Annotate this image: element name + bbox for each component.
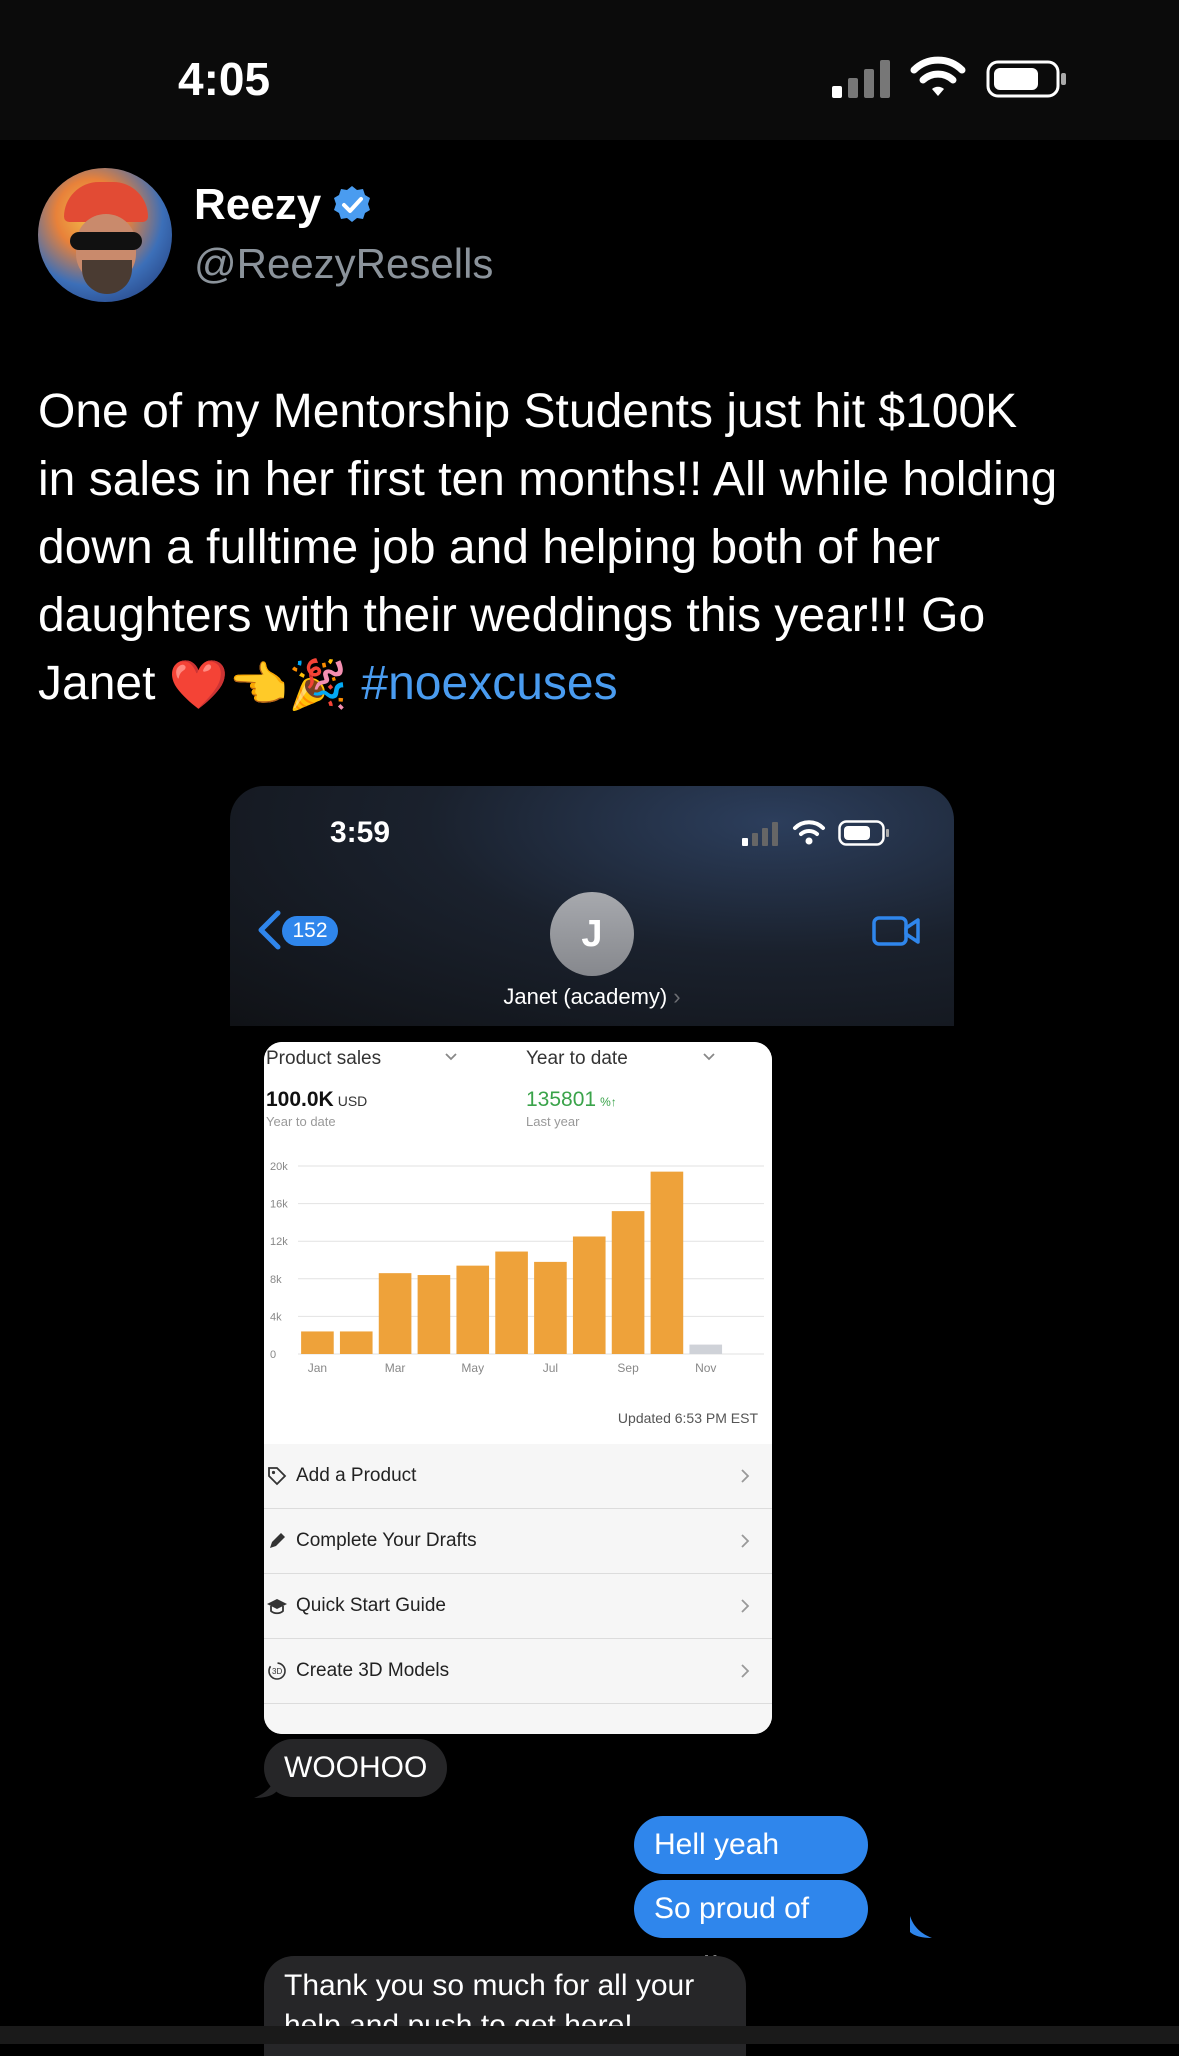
sales-total-caption: Year to date (266, 1114, 336, 1129)
verified-badge-icon (334, 186, 371, 222)
list-item-3d-models[interactable]: 3D Create 3D Models (264, 1639, 772, 1704)
list-item-quick-start[interactable]: Quick Start Guide (264, 1574, 772, 1639)
comparison-suffix: %↑ (600, 1095, 617, 1109)
bubble-tail (254, 1776, 276, 1798)
battery-icon (986, 60, 1066, 98)
tweet-text: One of my Mentorship Students just hit $… (38, 378, 1158, 720)
x-tick-label: Nov (695, 1361, 716, 1375)
pointing-left-emoji: 👈 (228, 659, 289, 713)
updated-timestamp: Updated 6:53 PM EST (617, 1410, 758, 1426)
embedded-status-time: 3:59 (330, 816, 391, 849)
chevron-right-icon (741, 1534, 750, 1548)
sales-total: 100.0K USD (266, 1088, 367, 1112)
chart-bar-jun[interactable] (495, 1251, 528, 1354)
wifi-icon (910, 56, 966, 96)
chart-bar-jan[interactable] (301, 1331, 334, 1354)
sales-total-value: 100.0K (266, 1088, 334, 1111)
x-tick-label: Jul (543, 1361, 558, 1375)
period-dropdown[interactable]: Year to date (526, 1048, 628, 1070)
embedded-messages-header[interactable]: 3:59 152 J Janet (academy) › (230, 786, 954, 1026)
message-line: Thank you so much for all your (284, 1969, 695, 2002)
display-name-row[interactable]: Reezy (194, 180, 373, 230)
x-tick-label: Jan (308, 1361, 327, 1375)
tweet-line: daughters with their weddings this year!… (38, 589, 986, 642)
tweet-line: One of my Mentorship Students just hit $… (38, 385, 1018, 438)
chart-bar-jul[interactable] (534, 1261, 567, 1354)
chart-bar-apr[interactable] (417, 1275, 451, 1354)
chevron-right-icon (741, 1599, 750, 1613)
list-item-add-product[interactable]: Add a Product (264, 1444, 772, 1509)
svg-text:3D: 3D (272, 1667, 282, 1676)
tweet-line: down a fulltime job and helping both of … (38, 521, 940, 574)
pencil-icon (270, 1533, 285, 1548)
x-tick-label: Mar (385, 1361, 406, 1375)
x-tick-label: Sep (617, 1361, 639, 1375)
list-item-label: Add a Product (296, 1465, 417, 1486)
back-chevron-icon[interactable] (256, 910, 282, 950)
chart-bar-aug[interactable] (572, 1236, 606, 1355)
message-bubble-sent[interactable]: Hell yeah Janet!!! (634, 1816, 868, 1919)
bubble-tail (910, 1916, 932, 1938)
chart-bar-may[interactable] (456, 1265, 490, 1354)
metric-dropdown[interactable]: Product sales (266, 1048, 381, 1070)
list-item-label: Complete Your Drafts (296, 1530, 477, 1551)
chart-bar-sep[interactable] (611, 1211, 645, 1354)
tweet-line-text: Janet (38, 657, 156, 710)
y-tick-label: 16k (270, 1199, 288, 1211)
chart-bar-oct[interactable] (650, 1171, 684, 1354)
y-tick-label: 20k (270, 1161, 288, 1173)
list-item-complete-drafts[interactable]: Complete Your Drafts (264, 1509, 772, 1574)
comparison-caption: Last year (526, 1114, 580, 1129)
y-tick-label: 4k (270, 1311, 282, 1323)
chevron-right-icon: › (673, 984, 681, 1009)
list-item-label: Create 3D Models (296, 1660, 450, 1681)
contact-name[interactable]: Janet (academy) (503, 984, 667, 1009)
cellular-signal-icon (742, 822, 778, 846)
y-tick-label: 8k (270, 1274, 282, 1286)
y-tick-label: 12k (270, 1236, 288, 1248)
message-bubble-received[interactable]: WOOHOO (264, 1739, 448, 1797)
comparison-value: 135801 (526, 1088, 597, 1111)
chevron-down-icon[interactable] (702, 1050, 716, 1064)
party-popper-emoji: 🎉 (288, 659, 349, 713)
sales-summary: Product sales Year to date 100.0K USD Yea… (264, 1042, 772, 1432)
battery-icon (838, 820, 889, 846)
video-call-icon[interactable] (872, 914, 920, 948)
chevron-right-icon (741, 1664, 750, 1678)
cellular-signal-icon (832, 60, 890, 98)
3d-rotate-icon: 3D (268, 1662, 286, 1680)
bottom-edge (0, 2026, 1179, 2044)
contact-avatar[interactable]: J (550, 892, 634, 976)
chart-bar-nov[interactable] (689, 1344, 723, 1354)
tweet-line: in sales in her first ten months!! All w… (38, 453, 1058, 506)
contact-name-row[interactable]: Janet (academy) › (230, 984, 954, 1010)
chevron-right-icon (741, 1469, 750, 1483)
comparison: 135801 %↑ (526, 1088, 617, 1112)
user-handle[interactable]: @ReezyResells (194, 240, 493, 288)
chevron-down-icon[interactable] (444, 1050, 458, 1064)
list-item-label: Quick Start Guide (296, 1595, 446, 1616)
unread-count-badge[interactable]: 152 (282, 916, 338, 946)
sales-total-unit: USD (337, 1093, 368, 1109)
status-bar: 4:05 (0, 0, 1179, 140)
tweet-line: Janet ❤️👈🎉 #noexcuses (38, 650, 1158, 720)
tag-icon (268, 1467, 287, 1486)
graduation-cap-icon (267, 1599, 287, 1615)
display-name[interactable]: Reezy (194, 180, 321, 230)
chart-bar-feb[interactable] (339, 1331, 373, 1354)
hashtag-link[interactable]: #noexcuses (361, 657, 617, 710)
red-heart-emoji: ❤️ (168, 659, 229, 713)
y-tick-label: 0 (270, 1349, 276, 1361)
sales-dashboard-card[interactable]: Product sales Year to date 100.0K USD Yea… (264, 1042, 772, 1734)
wifi-icon (793, 820, 825, 845)
profile-avatar[interactable] (38, 168, 172, 302)
sales-bar-chart: 0 4k 8k 12k 16k 20k Jan Mar May Jul Sep Nov (270, 1161, 764, 1375)
x-tick-label: May (461, 1361, 484, 1375)
chart-bar-mar[interactable] (378, 1273, 412, 1354)
quick-actions-list: Add a Product Complete Your Drafts Quick… (264, 1444, 772, 1734)
message-bubble-sent[interactable]: So proud of you!! (634, 1880, 868, 1983)
status-time: 4:05 (178, 53, 271, 105)
